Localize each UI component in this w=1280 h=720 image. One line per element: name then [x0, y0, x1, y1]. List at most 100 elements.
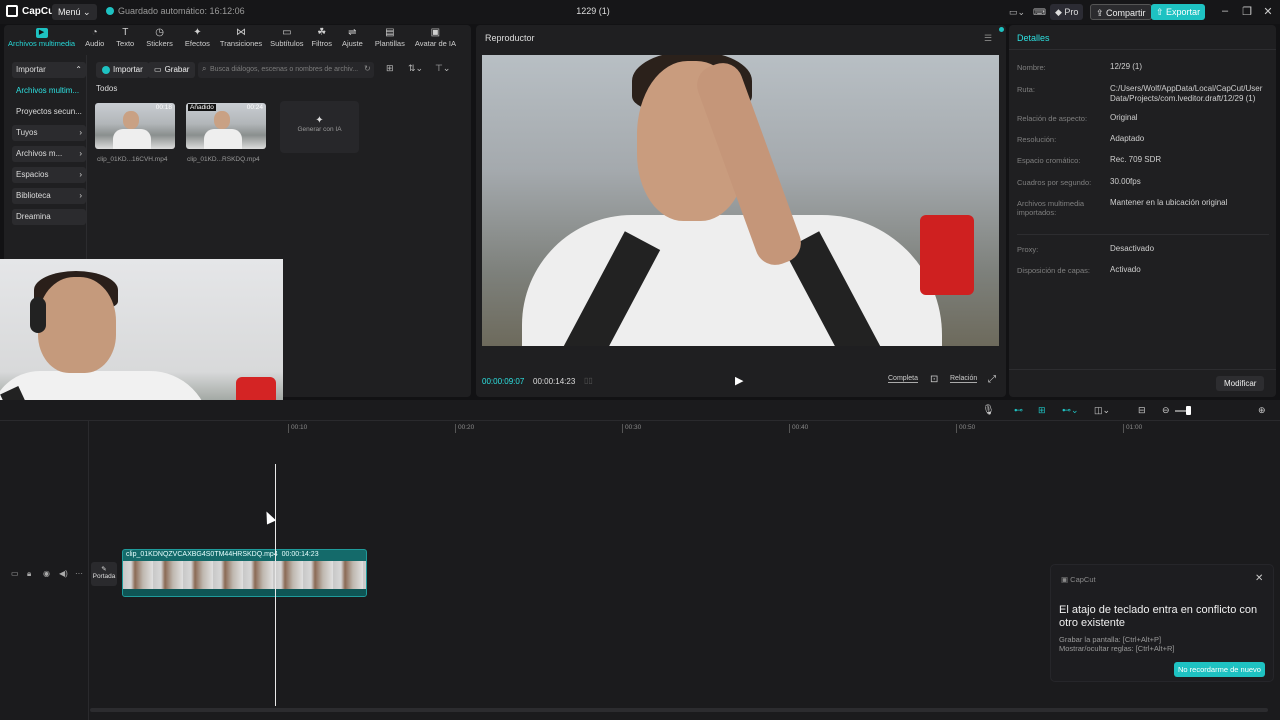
refresh-icon[interactable]: ↻: [364, 64, 371, 73]
detail-value: 30.00fps: [1110, 177, 1141, 186]
video-clip[interactable]: clip_01KDNQZVCAXBG4S0TM44HRSKDQ.mp4 00:0…: [122, 549, 367, 597]
tab-subtitles[interactable]: ▭ Subtítulos: [266, 25, 307, 53]
record-button[interactable]: ▭ Grabar: [148, 62, 196, 78]
details-divider: [1009, 49, 1276, 50]
eye-icon[interactable]: ◉: [43, 569, 50, 578]
project-title: 1229 (1): [576, 6, 610, 16]
minimize-icon[interactable]: –: [1218, 5, 1232, 17]
timecode-icon[interactable]: ▯▯: [584, 376, 593, 385]
tab-audio[interactable]: ◔ Audio: [79, 25, 110, 53]
filter-icon[interactable]: ⊤⌄: [435, 63, 450, 74]
media-thumbnail[interactable]: Añadido 00:24: [186, 103, 266, 149]
track-header-divider: [88, 421, 89, 720]
tab-label: Texto: [116, 39, 135, 48]
layout-icon[interactable]: ▭⌄: [1004, 4, 1030, 20]
clip-label: clip_01KDNQZVCAXBG4S0TM44HRSKDQ.mp4 00:0…: [126, 551, 319, 558]
magnet-icon[interactable]: ⊞: [1038, 405, 1046, 417]
tab-media[interactable]: ▶ Archivos multimedia: [4, 25, 79, 53]
chevron-icon: ›: [79, 191, 82, 200]
play-icon[interactable]: ▶: [735, 374, 743, 387]
sidebar-item[interactable]: Archivos multim...: [12, 83, 86, 99]
generate-ai-button[interactable]: ✦ Generar con IA: [280, 101, 359, 153]
playhead[interactable]: [275, 464, 276, 706]
volume-icon[interactable]: ◀): [59, 569, 68, 578]
tab-templates[interactable]: ▤ Plantillas: [369, 25, 411, 53]
microphone-icon[interactable]: 🎙: [982, 405, 995, 416]
fit-icon[interactable]: ⊕: [1258, 405, 1266, 417]
details-divider: [1017, 234, 1269, 235]
sparkle-icon: ✦: [315, 115, 324, 126]
toast-title: El atajo de teclado entra en conflicto c…: [1059, 604, 1258, 629]
video-preview[interactable]: [482, 55, 999, 346]
tab-text[interactable]: T Texto: [110, 25, 140, 53]
detail-value: Adaptado: [1110, 134, 1145, 143]
tab-transitions[interactable]: ⋈ Transiciones: [216, 25, 266, 53]
fullscreen-icon[interactable]: ⤢: [988, 374, 996, 385]
import-icon: [102, 66, 110, 74]
tab-label: Stickers: [146, 39, 173, 48]
tab-label: Ajuste: [341, 39, 363, 48]
sidebar-item[interactable]: Dreamina: [12, 209, 86, 225]
sidebar-item-label: Dreamina: [16, 212, 51, 221]
modify-button[interactable]: Modificar: [1216, 376, 1265, 391]
sidebar-item-label: Proyectos secun...: [16, 107, 82, 116]
ratio-button[interactable]: Relación: [950, 375, 978, 383]
export-button[interactable]: ⇧ Exportar: [1151, 4, 1206, 20]
sidebar-item[interactable]: Archivos m... ›: [12, 146, 86, 162]
clip-audio-wave: [123, 589, 366, 596]
section-title: Todos: [96, 84, 118, 93]
zoom-out-icon[interactable]: ⊖: [1162, 405, 1170, 417]
timeline-divider: [0, 420, 1280, 421]
dont-remind-button[interactable]: No recordarme de nuevo: [1174, 662, 1265, 677]
sidebar-item-label: Importar: [16, 65, 46, 74]
shortcut-conflict-toast: ▣ CapCut ✕ El atajo de teclado entra en …: [1050, 564, 1274, 682]
zoom-slider-handle[interactable]: [1186, 406, 1191, 415]
tab-label: Archivos multimedia: [8, 39, 76, 48]
preview-axis-icon[interactable]: ◫⌄: [1094, 405, 1110, 417]
link-icon[interactable]: ⊷: [1014, 405, 1023, 417]
detail-value: C:/Users/Wolf/AppData/Local/CapCut/User …: [1110, 84, 1263, 103]
tab-label: Plantillas: [374, 39, 405, 48]
full-button[interactable]: Completa: [888, 375, 918, 383]
share-button[interactable]: ⇪ Compartir: [1090, 4, 1152, 20]
keyboard-icon[interactable]: ⌨: [1028, 4, 1051, 20]
sort-icon[interactable]: ⇅⌄: [408, 63, 423, 74]
cover-button[interactable]: ✎ Portada: [91, 562, 117, 586]
tab-adjust[interactable]: ⇌ Ajuste: [336, 25, 369, 53]
split-icon[interactable]: ⊷⌄: [1062, 405, 1079, 417]
lock-icon[interactable]: 🔒︎: [27, 569, 31, 579]
sidebar-item[interactable]: Tuyos ›: [12, 125, 86, 141]
tab-avatar[interactable]: ▣ Avatar de IA: [411, 25, 460, 53]
detail-label: Archivos multimedia importados:: [1017, 199, 1085, 217]
ruler-tick: 00:20: [455, 424, 474, 433]
templates-icon: ▤: [385, 27, 395, 38]
tab-effects[interactable]: ✦ Efectos: [179, 25, 216, 53]
sidebar-item[interactable]: Biblioteca ›: [12, 188, 86, 204]
capcut-logo-icon: [6, 5, 18, 17]
sidebar-item[interactable]: Espacios ›: [12, 167, 86, 183]
tab-filters[interactable]: ☘ Filtros: [308, 25, 336, 53]
sidebar-item[interactable]: Importar ⌃: [12, 62, 86, 78]
timeline-scrollbar[interactable]: [90, 708, 1268, 712]
caption-icon[interactable]: ⊟: [1138, 405, 1146, 417]
added-badge: Añadido: [188, 104, 216, 111]
restore-icon[interactable]: ❐: [1240, 5, 1254, 18]
media-thumbnail[interactable]: 00:18: [95, 103, 175, 149]
sidebar-item[interactable]: Proyectos secun...: [12, 104, 86, 120]
clip-length: 00:00:14:23: [281, 551, 319, 558]
tab-sticker[interactable]: ◷ Stickers: [140, 25, 179, 53]
tab-label: Subtítulos: [270, 39, 304, 48]
more-icon[interactable]: ···: [75, 569, 83, 578]
zoom-icon[interactable]: ⊡: [930, 374, 938, 385]
detail-value: Desactivado: [1110, 244, 1155, 253]
details-panel: Detalles Modificar Nombre: 12/29 (1) Ruta:…: [1009, 25, 1276, 397]
close-window-icon[interactable]: ✕: [1261, 5, 1275, 18]
menu-button[interactable]: Menú ⌄: [52, 4, 97, 20]
media-search-input[interactable]: Busca diálogos, escenas o nombres de arc…: [198, 62, 374, 78]
player-menu-icon[interactable]: ☰: [984, 33, 992, 44]
import-button[interactable]: Importar: [96, 62, 149, 78]
pro-button[interactable]: ◆ Pro: [1050, 4, 1084, 20]
detail-label: Relación de aspecto:: [1017, 114, 1088, 123]
grid-view-icon[interactable]: ⊞: [386, 63, 394, 74]
close-icon[interactable]: ✕: [1255, 573, 1263, 584]
